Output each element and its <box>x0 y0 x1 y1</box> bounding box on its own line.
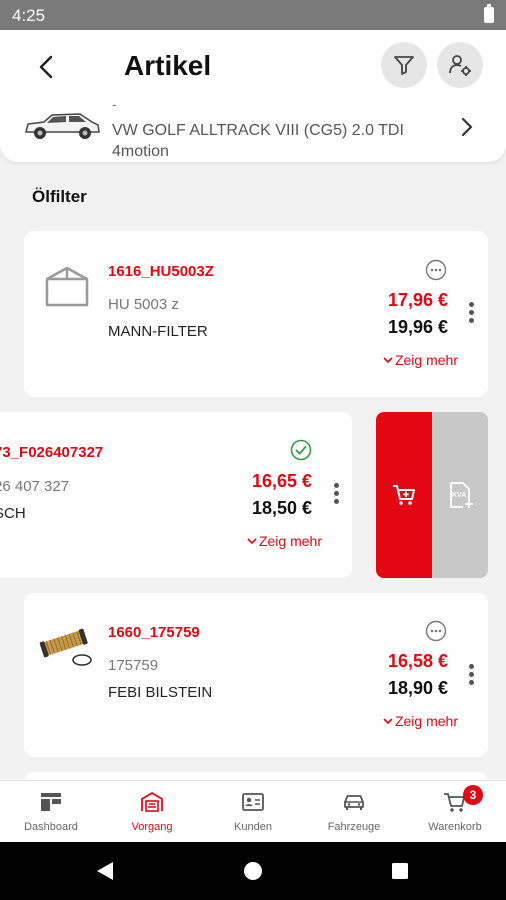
nav-label: Dashboard <box>24 821 78 833</box>
vehicle-selector[interactable]: - VW GOLF ALLTRACK VIII (CG5) 2.0 TDI 4m… <box>0 96 506 162</box>
kebab-menu-icon[interactable] <box>466 302 476 328</box>
add-to-cart-icon <box>393 485 415 505</box>
vehicle-name: VW GOLF ALLTRACK VIII (CG5) 2.0 TDI 4mot… <box>112 122 404 160</box>
article-number[interactable]: 1660_175759 <box>108 624 200 641</box>
article-number[interactable]: 73_F026407327 <box>0 444 103 461</box>
id-card-icon <box>242 793 264 811</box>
bottom-navigation: Dashboard Vorgang Kunden Fahrzeuge Waren… <box>0 780 506 842</box>
price-net: 16,58 € <box>387 651 448 671</box>
article-subnumber: 175759 <box>108 657 159 674</box>
article-subnumber: 26 407 327 <box>0 478 70 495</box>
nav-label: Fahrzeuge <box>327 821 381 833</box>
filter-button[interactable] <box>381 42 427 88</box>
show-more-label: Zeig mehr <box>258 533 322 549</box>
chevron-down-icon <box>383 718 393 725</box>
nav-label: Kunden <box>234 821 272 833</box>
back-arrow-icon[interactable] <box>30 50 64 84</box>
user-settings-button[interactable] <box>437 42 483 88</box>
status-bar: 4:25 <box>0 0 506 30</box>
box-placeholder-icon <box>45 266 89 307</box>
nav-label: Vorgang <box>131 821 173 833</box>
car-icon <box>344 795 364 810</box>
nav-dashboard[interactable]: Dashboard <box>1 791 101 833</box>
article-brand: MANN-FILTER <box>108 323 208 340</box>
battery-icon <box>484 4 494 23</box>
article-card[interactable]: 1660_175759 175759 FEBI BILSTEIN 16,58 €… <box>24 593 488 757</box>
garage-icon <box>141 791 163 812</box>
cart-count-badge: 3 <box>463 785 483 805</box>
nav-vorgang[interactable]: Vorgang <box>102 791 202 833</box>
article-card-swiped[interactable]: 73_F026407327 26 407 327 SCH 16,65 € 18,… <box>0 412 352 578</box>
nav-fahrzeuge[interactable]: Fahrzeuge <box>304 791 404 833</box>
article-subnumber: HU 5003 z <box>108 296 179 313</box>
add-to-kva-swipe-button[interactable]: KVA <box>432 412 488 578</box>
dashboard-icon <box>41 793 61 811</box>
more-circle-icon[interactable] <box>425 259 447 281</box>
oil-filter-image <box>39 628 92 666</box>
price-gross: 18,50 € <box>251 498 312 518</box>
vehicle-car-image <box>25 113 100 139</box>
add-to-cart-swipe-button[interactable] <box>376 412 432 578</box>
kva-document-icon: KVA <box>450 482 473 508</box>
kva-label: KVA <box>452 492 466 499</box>
show-more-link[interactable]: Zeig mehr <box>383 713 458 729</box>
show-more-label: Zeig mehr <box>394 352 458 368</box>
status-time: 4:25 <box>12 6 46 25</box>
check-circle-icon <box>290 439 312 461</box>
article-brand: FEBI BILSTEIN <box>108 684 213 701</box>
recents-square-icon[interactable] <box>390 861 410 881</box>
chevron-down-icon <box>383 357 393 364</box>
show-more-label: Zeig mehr <box>394 713 458 729</box>
nav-label: Warenkorb <box>428 821 482 833</box>
vehicle-dash: - <box>112 96 117 112</box>
more-circle-icon[interactable] <box>425 620 447 642</box>
price-net: 16,65 € <box>251 471 312 491</box>
price-gross: 19,96 € <box>387 317 448 337</box>
kebab-menu-icon[interactable] <box>331 483 341 509</box>
show-more-link[interactable]: Zeig mehr <box>247 533 322 549</box>
nav-kunden[interactable]: Kunden <box>203 791 303 833</box>
article-number[interactable]: 1616_HU5003Z <box>108 263 214 280</box>
page-title: Artikel <box>124 50 212 81</box>
kebab-menu-icon[interactable] <box>466 664 476 690</box>
home-circle-icon[interactable] <box>242 860 264 882</box>
header: Artikel - VW GOLF ALLTRACK VIII (CG5) 2.… <box>0 30 506 162</box>
price-net: 17,96 € <box>387 290 448 310</box>
chevron-right-icon <box>461 117 473 137</box>
chevron-down-icon <box>247 538 257 545</box>
user-settings-icon <box>449 55 471 76</box>
show-more-link[interactable]: Zeig mehr <box>383 352 458 368</box>
system-navigation-bar <box>0 842 506 900</box>
filter-icon <box>394 56 414 75</box>
back-triangle-icon[interactable] <box>94 860 116 882</box>
category-title: Ölfilter <box>32 187 87 206</box>
nav-warenkorb[interactable]: Warenkorb 3 <box>405 785 505 833</box>
article-brand: SCH <box>0 505 26 522</box>
article-card[interactable]: 1616_HU5003Z HU 5003 z MANN-FILTER 17,96… <box>24 231 488 397</box>
price-gross: 18,90 € <box>387 678 448 698</box>
